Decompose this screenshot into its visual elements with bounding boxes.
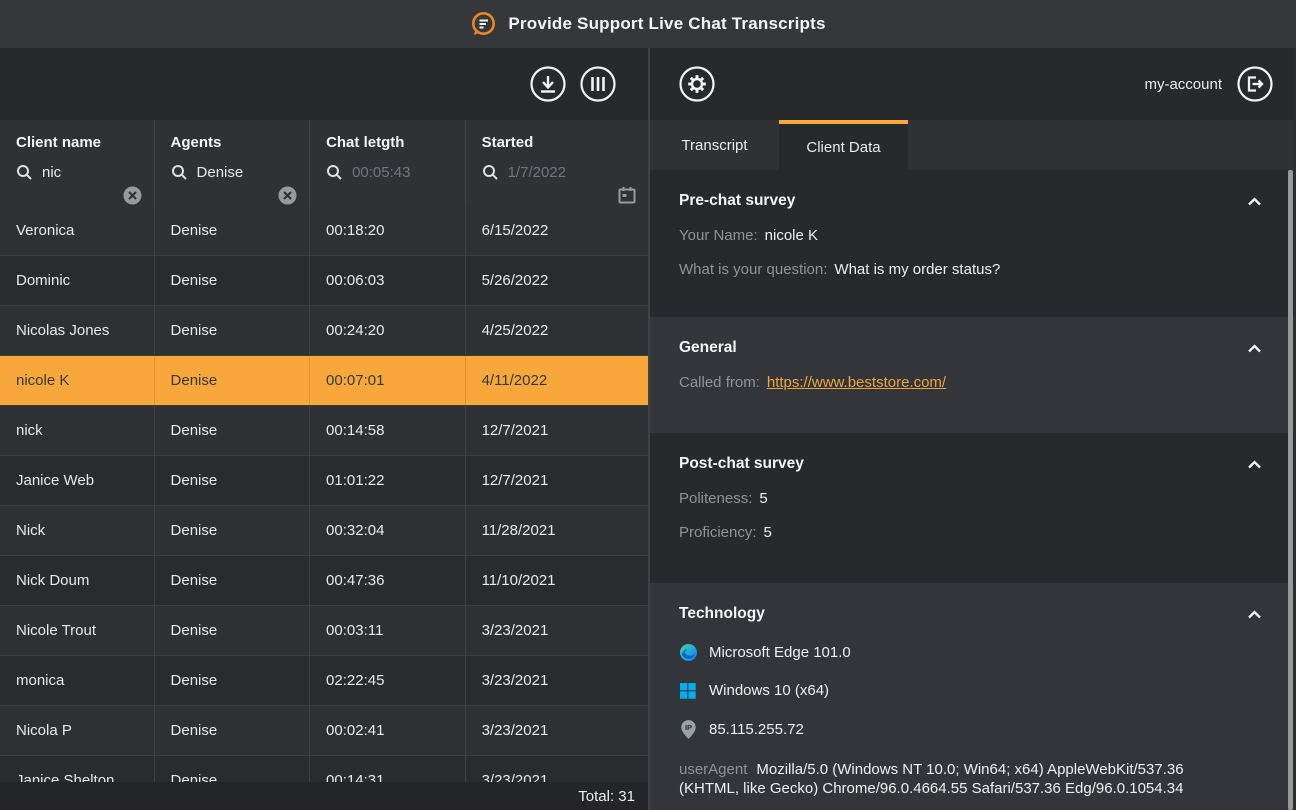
section-general: General Called from:https://www.beststor… — [650, 317, 1294, 433]
search-icon — [16, 164, 33, 181]
column-header-agents[interactable]: Agents — [155, 120, 311, 205]
field-your-name: Your Name:nicole K — [679, 227, 1264, 244]
collapse-button[interactable] — [1245, 458, 1264, 471]
logout-button[interactable] — [1236, 65, 1274, 103]
field-called-from: Called from:https://www.beststore.com/ — [679, 374, 1264, 391]
account-name: my-account — [1144, 76, 1222, 93]
section-title: Post-chat survey — [679, 455, 804, 473]
chevron-up-icon — [1247, 197, 1262, 206]
transcripts-list-panel: Client name Agents — [0, 48, 650, 810]
client-data-sections: Pre-chat survey Your Name:nicole K What … — [650, 170, 1294, 810]
download-button[interactable] — [529, 65, 567, 103]
started-filter-input[interactable] — [508, 164, 578, 181]
right-toolbar: my-account — [650, 48, 1294, 120]
section-title: General — [679, 339, 737, 357]
chevron-up-icon — [1247, 344, 1262, 353]
table-row[interactable]: Nicole Trout Denise 00:03:11 3/23/2021 — [0, 605, 648, 655]
table-row[interactable]: nick Denise 00:14:58 12/7/2021 — [0, 405, 648, 455]
user-agent: userAgentMozilla/5.0 (Windows NT 10.0; W… — [679, 760, 1235, 798]
field-question: What is your question:What is my order s… — [679, 261, 1264, 278]
table-row[interactable]: Veronica Denise 00:18:20 6/15/2022 — [0, 205, 648, 255]
transcripts-table-body: Veronica Denise 00:18:20 6/15/2022 Domin… — [0, 205, 648, 782]
table-row[interactable]: Dominic Denise 00:06:03 5/26/2022 — [0, 255, 648, 305]
column-header-client-name[interactable]: Client name — [0, 120, 155, 205]
app-header: Provide Support Live Chat Transcripts — [0, 0, 1296, 48]
table-row[interactable]: Nicolas Jones Denise 00:24:20 4/25/2022 — [0, 305, 648, 355]
settings-button[interactable] — [678, 65, 716, 103]
tech-ip: IP 85.115.255.72 — [679, 720, 1264, 739]
left-toolbar — [0, 48, 648, 120]
section-title: Technology — [679, 605, 765, 623]
chat-length-filter-input[interactable] — [352, 164, 422, 181]
tech-os: Windows 10 (x64) — [679, 682, 1264, 699]
table-row[interactable]: Janice Shelton Denise 00:14:31 3/23/2021 — [0, 755, 648, 782]
clear-icon — [278, 186, 297, 205]
field-politeness: Politeness:5 — [679, 490, 1264, 507]
edge-browser-icon — [679, 644, 697, 661]
chevron-up-icon — [1247, 460, 1262, 469]
table-footer: Total: 31 — [0, 782, 648, 810]
section-post-chat-survey: Post-chat survey Politeness:5 Proficienc… — [650, 433, 1294, 583]
ip-pin-icon: IP — [679, 720, 697, 739]
provide-support-logo-icon — [470, 11, 497, 38]
tab-transcript[interactable]: Transcript — [650, 120, 779, 170]
column-header-chat-length[interactable]: Chat letgth — [310, 120, 466, 205]
logout-icon — [1236, 65, 1274, 103]
column-header-started[interactable]: Started — [466, 120, 648, 205]
detail-tabs: Transcript Client Data — [650, 120, 1294, 170]
collapse-button[interactable] — [1245, 608, 1264, 621]
tech-browser: Microsoft Edge 101.0 — [679, 644, 1264, 661]
columns-filter-button[interactable] — [579, 65, 617, 103]
search-icon — [482, 164, 499, 181]
table-row[interactable]: Nick Denise 00:32:04 11/28/2021 — [0, 505, 648, 555]
section-title: Pre-chat survey — [679, 192, 795, 210]
section-pre-chat-survey: Pre-chat survey Your Name:nicole K What … — [650, 170, 1294, 317]
columns-icon — [579, 65, 617, 103]
field-proficiency: Proficiency:5 — [679, 524, 1264, 541]
client-name-filter-input[interactable] — [42, 164, 112, 181]
date-picker-button[interactable] — [618, 186, 636, 204]
total-count: Total: 31 — [578, 788, 635, 805]
table-row[interactable]: Nicola P Denise 00:02:41 3/23/2021 — [0, 705, 648, 755]
table-row[interactable]: Nick Doum Denise 00:47:36 11/10/2021 — [0, 555, 648, 605]
agents-filter-input[interactable] — [197, 164, 267, 181]
table-row-selected[interactable]: nicole K Denise 00:07:01 4/11/2022 — [0, 355, 648, 405]
calendar-icon — [618, 186, 636, 204]
table-header: Client name Agents — [0, 120, 648, 205]
search-icon — [171, 164, 188, 181]
collapse-button[interactable] — [1245, 342, 1264, 355]
table-row[interactable]: Janice Web Denise 01:01:22 12/7/2021 — [0, 455, 648, 505]
chevron-up-icon — [1247, 610, 1262, 619]
search-icon — [326, 164, 343, 181]
app-title: Provide Support Live Chat Transcripts — [508, 14, 825, 34]
table-row[interactable]: monica Denise 02:22:45 3/23/2021 — [0, 655, 648, 705]
clear-icon — [123, 186, 142, 205]
collapse-button[interactable] — [1245, 195, 1264, 208]
detail-panel: my-account Transcript Client Data Pre-ch… — [650, 48, 1294, 810]
tab-client-data[interactable]: Client Data — [779, 120, 908, 170]
svg-text:IP: IP — [684, 723, 691, 732]
vertical-scrollbar[interactable] — [1288, 170, 1293, 810]
windows-icon — [679, 683, 697, 699]
download-icon — [529, 65, 567, 103]
gear-icon — [678, 65, 716, 103]
clear-client-filter-button[interactable] — [123, 186, 142, 205]
called-from-link[interactable]: https://www.beststore.com/ — [767, 374, 946, 391]
section-technology: Technology — [650, 583, 1294, 810]
clear-agents-filter-button[interactable] — [278, 186, 297, 205]
